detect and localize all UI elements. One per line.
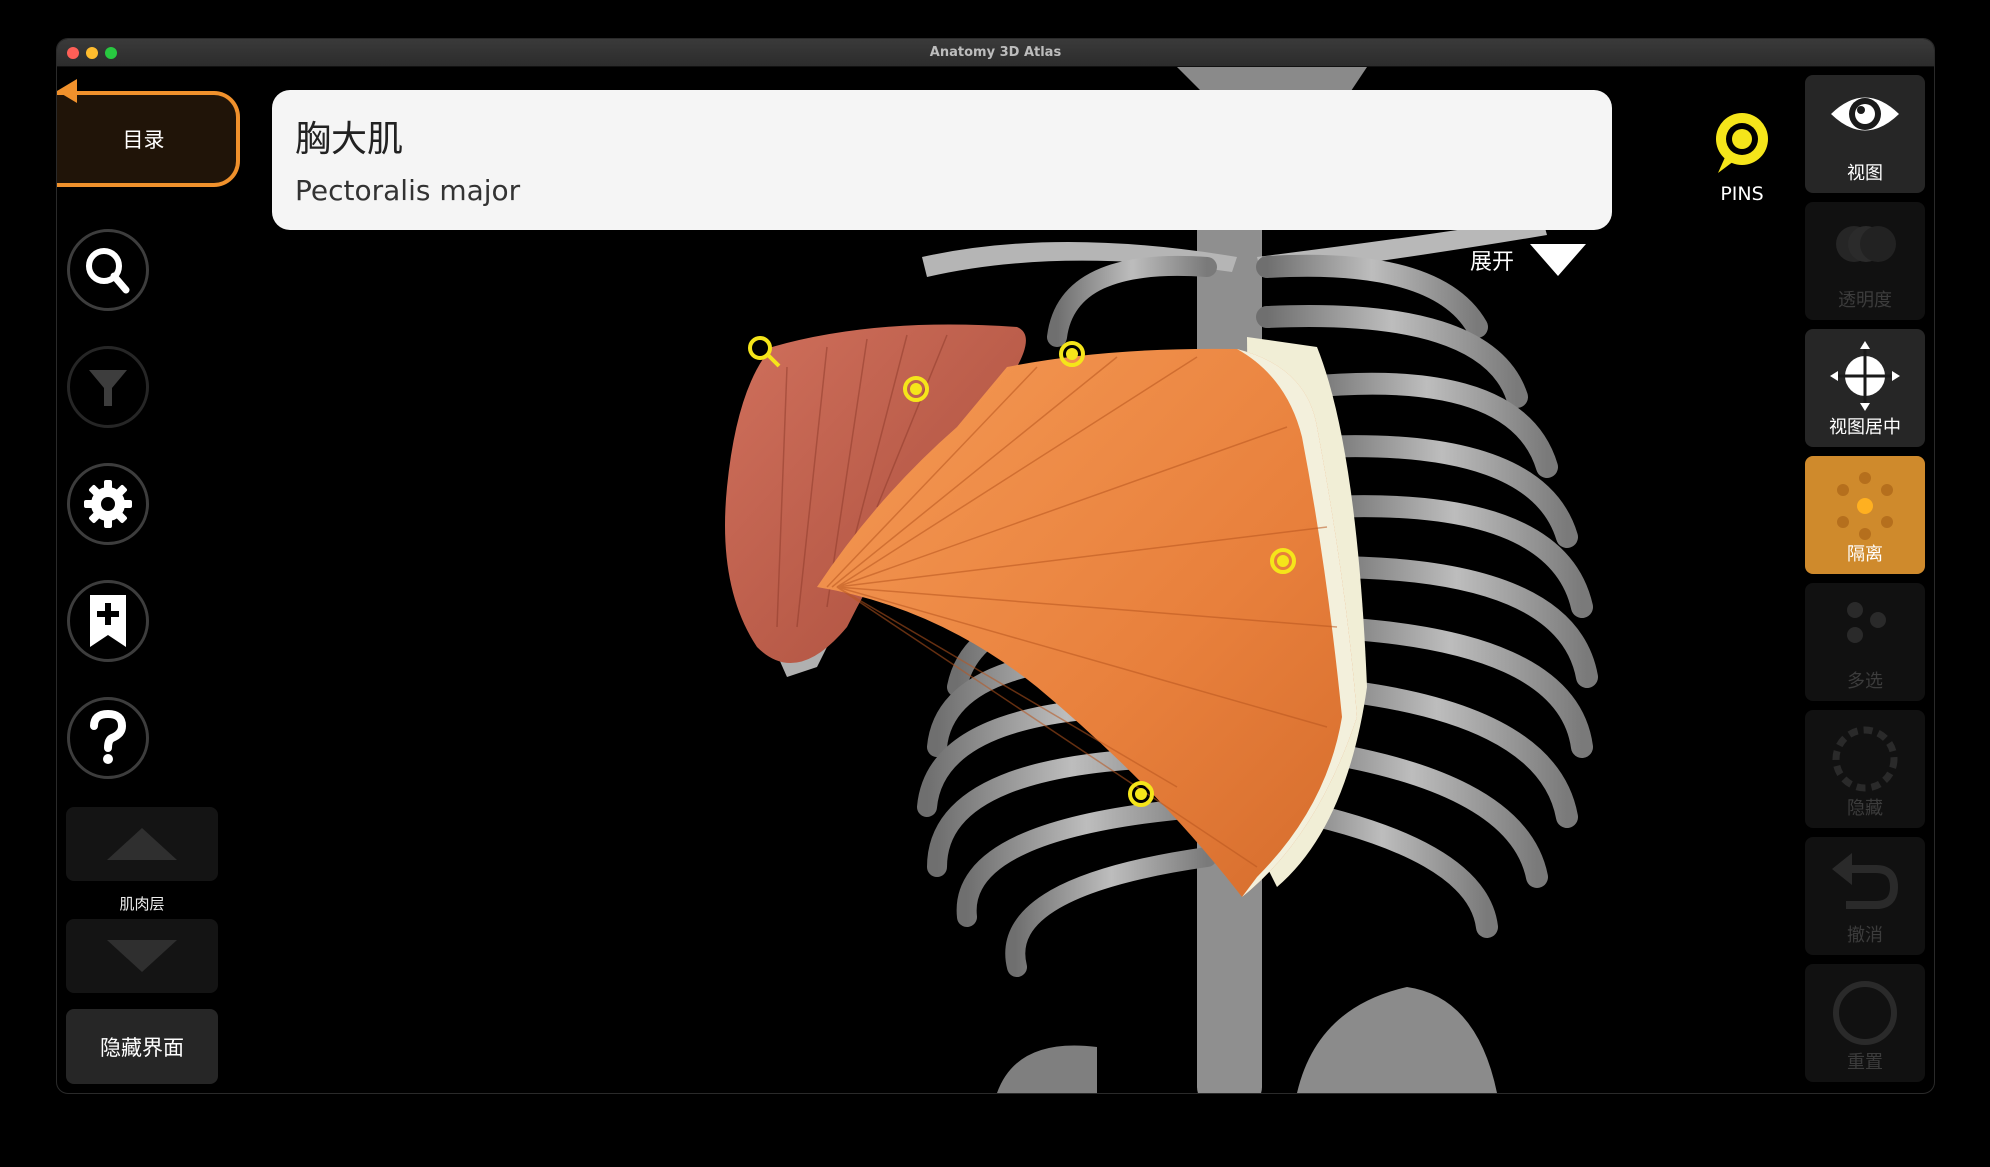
hide-ui-button[interactable]: 隐藏界面	[66, 1009, 218, 1084]
undo-icon	[1832, 853, 1899, 909]
layer-label: 肌肉层	[119, 895, 165, 913]
transparency-label: 透明度	[1838, 290, 1892, 311]
multi-select-label: 多选	[1847, 671, 1883, 692]
isolate-label: 隔离	[1847, 544, 1883, 565]
structure-name-en: Pectoralis major	[295, 174, 521, 207]
center-view-button[interactable]: 视图居中	[1805, 329, 1925, 447]
search-icon	[86, 248, 130, 294]
isolate-button[interactable]: 隔离	[1805, 456, 1925, 574]
undo-button[interactable]: 撤消	[1805, 837, 1925, 955]
pins-label: PINS	[1720, 183, 1764, 205]
help-icon	[90, 710, 127, 764]
filter-icon	[89, 370, 127, 406]
hide-label: 隐藏	[1847, 798, 1883, 819]
settings-icon	[84, 480, 132, 528]
app-window: Anatomy 3D Atlas 目录 肌肉层 隐藏界面 胸大肌 Pectora…	[56, 38, 1935, 1094]
pins-button[interactable]: PINS	[1702, 111, 1782, 205]
transparency-button[interactable]: 透明度	[1805, 202, 1925, 320]
structure-name-cn: 胸大肌	[295, 119, 404, 160]
isolate-icon	[1837, 472, 1893, 540]
reset-button[interactable]: 重置	[1805, 964, 1925, 1082]
menu-button[interactable]: 目录	[57, 91, 240, 187]
layer-down-button[interactable]	[66, 919, 218, 993]
multi-select-icon	[1847, 602, 1886, 643]
bookmark-add-icon	[90, 595, 126, 647]
menu-label: 目录	[122, 128, 165, 152]
reset-label: 重置	[1847, 1052, 1883, 1073]
title-bar: Anatomy 3D Atlas	[57, 39, 1934, 67]
search-button[interactable]	[67, 229, 149, 311]
center-view-icon	[1830, 341, 1900, 411]
center-view-label: 视图居中	[1829, 417, 1901, 438]
settings-button[interactable]	[67, 463, 149, 545]
reset-icon	[1833, 981, 1897, 1045]
hide-ui-label: 隐藏界面	[100, 1035, 184, 1060]
layer-up-button[interactable]	[66, 807, 218, 881]
eye-icon	[1831, 97, 1899, 131]
bookmark-add-button[interactable]	[67, 580, 149, 662]
pin-icon	[1716, 113, 1768, 173]
3d-viewport[interactable]: 目录 肌肉层 隐藏界面 胸大肌 Pectoralis major 展开 PINS…	[57, 67, 1934, 1093]
filter-button[interactable]	[67, 346, 149, 428]
expand-button[interactable]: 展开	[1470, 244, 1587, 276]
hide-icon	[1832, 726, 1898, 792]
help-button[interactable]	[67, 697, 149, 779]
structure-info-panel: 胸大肌 Pectoralis major	[272, 90, 1612, 230]
back-arrow-icon	[57, 79, 77, 103]
undo-label: 撤消	[1847, 925, 1883, 946]
multi-select-button[interactable]: 多选	[1805, 583, 1925, 701]
transparency-icon	[1836, 226, 1896, 262]
expand-label: 展开	[1470, 250, 1515, 275]
layer-down-icon	[107, 940, 177, 972]
view-label: 视图	[1847, 163, 1883, 184]
hide-button[interactable]: 隐藏	[1805, 710, 1925, 828]
view-button[interactable]: 视图	[1805, 75, 1925, 193]
layer-up-icon	[107, 828, 177, 860]
window-title: Anatomy 3D Atlas	[929, 45, 1062, 60]
expand-chevron-icon	[1530, 244, 1587, 276]
